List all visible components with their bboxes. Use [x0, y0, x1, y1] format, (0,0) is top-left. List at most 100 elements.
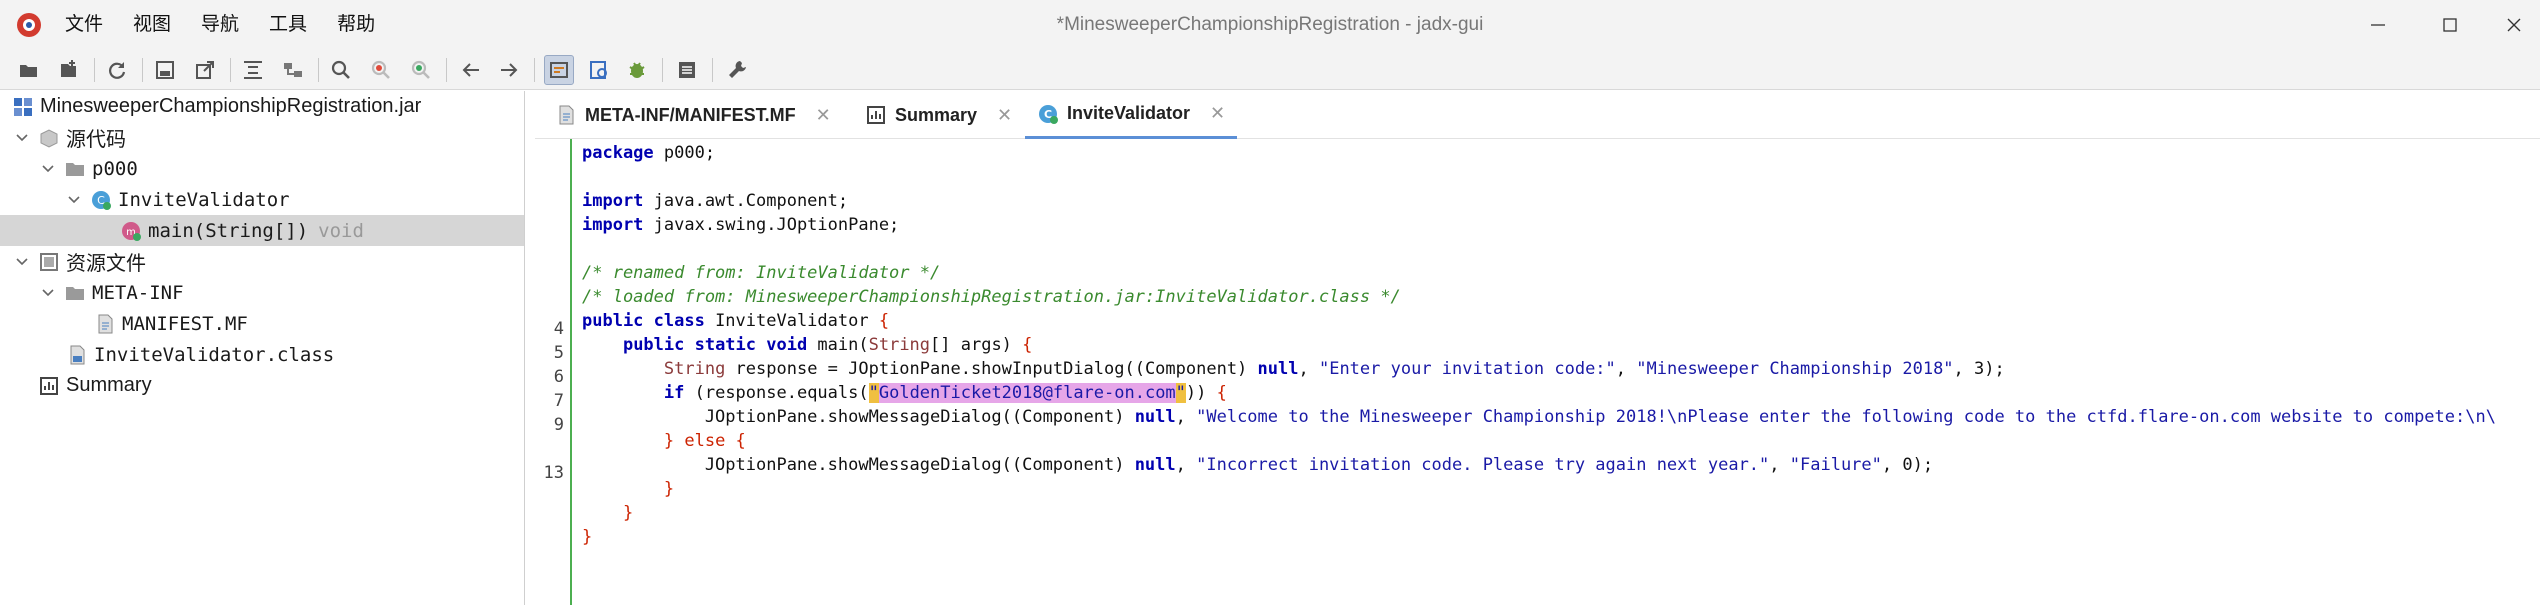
line-number: 7 [553, 391, 564, 411]
resources-icon [40, 252, 58, 271]
deobfuscation-icon [550, 62, 568, 78]
debug-button[interactable] [622, 55, 652, 85]
tree-summary[interactable]: Summary [0, 370, 524, 401]
quick-tab-button[interactable] [584, 55, 614, 85]
editor-tab-bar: META-INF/MANIFEST.MF ✕ Summary ✕ C Invit… [535, 91, 2540, 139]
title-bar: 文件 视图 导航 工具 帮助 *MinesweeperChampionshipR… [0, 0, 2540, 50]
tree-label: 资源文件 [66, 253, 146, 275]
file-icon [98, 314, 113, 333]
search-button[interactable] [326, 55, 356, 85]
code-line: import java.awt.Component; [582, 191, 849, 211]
tree-file-manifest[interactable]: MANIFEST.MF [0, 308, 524, 339]
line-number-gutter: 4 5 6 7 9 13 [535, 139, 572, 605]
tree-label: META-INF [92, 281, 184, 304]
code-line: JOptionPane.showMessageDialog((Component… [582, 407, 2496, 427]
toolbar-separator [712, 58, 713, 82]
tab-invitevalidator[interactable]: C InviteValidator ✕ [1025, 91, 1238, 139]
tree-label: p000 [92, 157, 138, 180]
deobfuscation-toggle[interactable] [544, 55, 574, 85]
save-icon [156, 61, 174, 79]
tree-method-main[interactable]: m main(String[]) void [0, 215, 524, 246]
tree-label: main(String[]) [148, 219, 309, 242]
menu-tools[interactable]: 工具 [254, 8, 322, 42]
code-editor[interactable]: 4 5 6 7 9 13 package p000; import java.a… [535, 139, 2540, 605]
save-button[interactable] [150, 55, 180, 85]
code-comment: /* renamed from: InviteValidator */ [582, 263, 941, 283]
toolbar [0, 50, 2540, 90]
tree-label: MANIFEST.MF [122, 312, 248, 335]
close-tab-icon[interactable]: ✕ [997, 105, 1012, 126]
tree-root-jar[interactable]: MinesweeperChampionshipRegistration.jar [0, 91, 524, 122]
quick-tab-icon [590, 61, 607, 79]
tree-label: MinesweeperChampionshipRegistration.jar [40, 95, 422, 117]
toolbar-separator [318, 58, 319, 82]
class-icon: C [1039, 104, 1058, 124]
tab-label: META-INF/MANIFEST.MF [585, 104, 796, 125]
add-files-button[interactable] [54, 55, 84, 85]
tree-package-p000[interactable]: p000 [0, 153, 524, 184]
find-usage-icon [371, 60, 390, 79]
close-tab-icon[interactable]: ✕ [816, 105, 831, 126]
chevron-down-icon [16, 257, 28, 265]
tab-summary[interactable]: Summary ✕ [865, 91, 1012, 139]
menu-file[interactable]: 文件 [50, 8, 118, 42]
expand-all-button[interactable] [238, 55, 268, 85]
folder-icon [66, 286, 84, 300]
code-comment: /* loaded from: MinesweeperChampionshipR… [582, 287, 1401, 307]
open-file-button[interactable] [14, 55, 44, 85]
tree-class-invitevalidator[interactable]: C InviteValidator [0, 184, 524, 215]
goto-declaration-button[interactable] [406, 55, 436, 85]
minimize-button[interactable] [2346, 0, 2410, 50]
code-content[interactable]: package p000; import java.awt.Component;… [582, 139, 2540, 605]
close-icon [2507, 18, 2521, 32]
tree-label: InviteValidator.class [94, 343, 335, 366]
close-window-button[interactable] [2482, 0, 2540, 50]
tree-file-class[interactable]: InviteValidator.class [0, 339, 524, 370]
tree-resources[interactable]: 资源文件 [0, 246, 524, 277]
code-line: if (response.equals("GoldenTicket2018@fl… [663, 383, 1227, 403]
search-icon [331, 60, 350, 79]
code-line: import javax.swing.JOptionPane; [582, 215, 900, 235]
maximize-button[interactable] [2418, 0, 2482, 50]
wrench-icon [729, 61, 746, 78]
tab-label: InviteValidator [1067, 103, 1191, 123]
export-button[interactable] [190, 55, 220, 85]
reload-icon [109, 62, 126, 79]
export-icon [196, 61, 214, 79]
search-highlight: GoldenTicket2018@flare-on.com [878, 383, 1176, 403]
tree-label: 源代码 [66, 129, 126, 151]
tree-source-code[interactable]: 源代码 [0, 122, 524, 153]
code-line: } [582, 479, 675, 499]
code-line: JOptionPane.showMessageDialog((Component… [582, 455, 1934, 475]
package-icon [40, 128, 58, 148]
menu-navigation[interactable]: 导航 [186, 8, 254, 42]
preferences-button[interactable] [722, 55, 752, 85]
tree-folder-meta-inf[interactable]: META-INF [0, 277, 524, 308]
toolbar-separator [446, 58, 447, 82]
class-file-icon [70, 345, 85, 364]
sync-tree-button[interactable] [278, 55, 308, 85]
tree-label: InviteValidator [118, 188, 290, 211]
minimize-icon [2371, 24, 2385, 26]
reload-button[interactable] [102, 55, 132, 85]
jadx-logo-icon [17, 13, 41, 37]
tree-label: Summary [66, 374, 152, 396]
toolbar-separator [94, 58, 95, 82]
forward-button[interactable] [494, 55, 524, 85]
tab-manifest[interactable]: META-INF/MANIFEST.MF ✕ [555, 91, 831, 139]
chevron-down-icon [42, 164, 54, 172]
class-icon: C [92, 190, 111, 210]
code-line: public static void main(String[] args) { [622, 335, 1033, 355]
toolbar-separator [142, 58, 143, 82]
chevron-down-icon [42, 288, 54, 296]
folder-icon [66, 162, 84, 176]
back-button[interactable] [456, 55, 486, 85]
code-line: package p000; [582, 143, 716, 163]
menu-help[interactable]: 帮助 [322, 8, 390, 42]
menu-view[interactable]: 视图 [118, 8, 186, 42]
close-tab-icon[interactable]: ✕ [1210, 103, 1225, 124]
log-viewer-button[interactable] [672, 55, 702, 85]
find-usage-button[interactable] [366, 55, 396, 85]
line-number: 4 [553, 319, 564, 339]
goto-icon [411, 60, 430, 79]
